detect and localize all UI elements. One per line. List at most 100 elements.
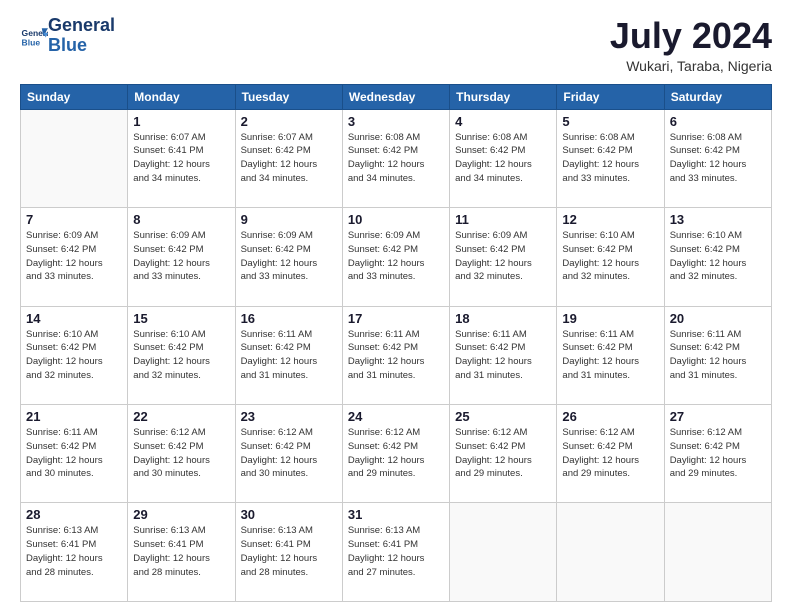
day-number: 8 bbox=[133, 212, 229, 227]
day-number: 22 bbox=[133, 409, 229, 424]
calendar-cell: 25 Sunrise: 6:12 AM Sunset: 6:42 PM Dayli… bbox=[450, 405, 557, 503]
day-info: Sunrise: 6:12 AM Sunset: 6:42 PM Dayligh… bbox=[455, 426, 551, 481]
calendar-cell: 27Sunrise: 6:12 AM Sunset: 6:42 PM Dayli… bbox=[664, 405, 771, 503]
calendar-week-row: 28 Sunrise: 6:13 AM Sunset: 6:41 PM Dayli… bbox=[21, 503, 772, 602]
day-info: Sunrise: 6:12 AM Sunset: 6:42 PM Dayligh… bbox=[348, 426, 444, 481]
calendar-cell: 10Sunrise: 6:09 AM Sunset: 6:42 PM Dayli… bbox=[342, 208, 449, 306]
calendar-week-row: 1Sunrise: 6:07 AM Sunset: 6:41 PM Daylig… bbox=[21, 109, 772, 207]
calendar-cell: 30 Sunrise: 6:13 AM Sunset: 6:41 PM Dayli… bbox=[235, 503, 342, 602]
day-number: 19 bbox=[562, 311, 658, 326]
calendar-week-row: 21 Sunrise: 6:11 AM Sunset: 6:42 PM Dayli… bbox=[21, 405, 772, 503]
calendar-weekday-monday: Monday bbox=[128, 84, 235, 109]
calendar-header-row: SundayMondayTuesdayWednesdayThursdayFrid… bbox=[21, 84, 772, 109]
day-info: Sunrise: 6:09 AM Sunset: 6:42 PM Dayligh… bbox=[133, 229, 229, 284]
calendar-cell: 13 Sunrise: 6:10 AM Sunset: 6:42 PM Dayli… bbox=[664, 208, 771, 306]
calendar-cell bbox=[450, 503, 557, 602]
calendar-cell: 24 Sunrise: 6:12 AM Sunset: 6:42 PM Dayli… bbox=[342, 405, 449, 503]
calendar-cell: 19 Sunrise: 6:11 AM Sunset: 6:42 PM Dayli… bbox=[557, 306, 664, 404]
calendar-week-row: 14 Sunrise: 6:10 AM Sunset: 6:42 PM Dayli… bbox=[21, 306, 772, 404]
day-number: 25 bbox=[455, 409, 551, 424]
day-info: Sunrise: 6:11 AM Sunset: 6:42 PM Dayligh… bbox=[348, 328, 444, 383]
calendar-cell: 23Sunrise: 6:12 AM Sunset: 6:42 PM Dayli… bbox=[235, 405, 342, 503]
day-number: 12 bbox=[562, 212, 658, 227]
calendar-cell: 31Sunrise: 6:13 AM Sunset: 6:41 PM Dayli… bbox=[342, 503, 449, 602]
day-number: 30 bbox=[241, 507, 337, 522]
calendar-cell: 15 Sunrise: 6:10 AM Sunset: 6:42 PM Dayli… bbox=[128, 306, 235, 404]
day-info: Sunrise: 6:11 AM Sunset: 6:42 PM Dayligh… bbox=[670, 328, 766, 383]
day-number: 2 bbox=[241, 114, 337, 129]
day-number: 21 bbox=[26, 409, 122, 424]
header: General Blue General Blue July 2024 Wuka… bbox=[20, 16, 772, 74]
calendar-cell: 1Sunrise: 6:07 AM Sunset: 6:41 PM Daylig… bbox=[128, 109, 235, 207]
day-info: Sunrise: 6:11 AM Sunset: 6:42 PM Dayligh… bbox=[26, 426, 122, 481]
calendar-cell: 26 Sunrise: 6:12 AM Sunset: 6:42 PM Dayli… bbox=[557, 405, 664, 503]
calendar-cell: 8 Sunrise: 6:09 AM Sunset: 6:42 PM Daylig… bbox=[128, 208, 235, 306]
day-number: 31 bbox=[348, 507, 444, 522]
calendar-cell: 22 Sunrise: 6:12 AM Sunset: 6:42 PM Dayli… bbox=[128, 405, 235, 503]
day-info: Sunrise: 6:08 AM Sunset: 6:42 PM Dayligh… bbox=[670, 131, 766, 186]
day-number: 4 bbox=[455, 114, 551, 129]
day-info: Sunrise: 6:08 AM Sunset: 6:42 PM Dayligh… bbox=[455, 131, 551, 186]
calendar-cell bbox=[557, 503, 664, 602]
day-info: Sunrise: 6:08 AM Sunset: 6:42 PM Dayligh… bbox=[348, 131, 444, 186]
calendar-cell: 9 Sunrise: 6:09 AM Sunset: 6:42 PM Daylig… bbox=[235, 208, 342, 306]
calendar-weekday-friday: Friday bbox=[557, 84, 664, 109]
calendar-cell: 12 Sunrise: 6:10 AM Sunset: 6:42 PM Dayli… bbox=[557, 208, 664, 306]
day-number: 7 bbox=[26, 212, 122, 227]
day-number: 5 bbox=[562, 114, 658, 129]
location: Wukari, Taraba, Nigeria bbox=[610, 58, 772, 74]
day-number: 29 bbox=[133, 507, 229, 522]
calendar-cell: 14 Sunrise: 6:10 AM Sunset: 6:42 PM Dayli… bbox=[21, 306, 128, 404]
calendar-cell: 5 Sunrise: 6:08 AM Sunset: 6:42 PM Daylig… bbox=[557, 109, 664, 207]
day-info: Sunrise: 6:13 AM Sunset: 6:41 PM Dayligh… bbox=[26, 524, 122, 579]
calendar-cell: 28 Sunrise: 6:13 AM Sunset: 6:41 PM Dayli… bbox=[21, 503, 128, 602]
calendar-cell: 2 Sunrise: 6:07 AM Sunset: 6:42 PM Daylig… bbox=[235, 109, 342, 207]
day-info: Sunrise: 6:09 AM Sunset: 6:42 PM Dayligh… bbox=[241, 229, 337, 284]
calendar-weekday-thursday: Thursday bbox=[450, 84, 557, 109]
day-number: 6 bbox=[670, 114, 766, 129]
day-number: 16 bbox=[241, 311, 337, 326]
calendar-week-row: 7 Sunrise: 6:09 AM Sunset: 6:42 PM Daylig… bbox=[21, 208, 772, 306]
day-number: 27 bbox=[670, 409, 766, 424]
calendar-cell: 6 Sunrise: 6:08 AM Sunset: 6:42 PM Daylig… bbox=[664, 109, 771, 207]
day-number: 28 bbox=[26, 507, 122, 522]
logo-line2: Blue bbox=[48, 36, 115, 56]
day-info: Sunrise: 6:10 AM Sunset: 6:42 PM Dayligh… bbox=[562, 229, 658, 284]
day-info: Sunrise: 6:07 AM Sunset: 6:42 PM Dayligh… bbox=[241, 131, 337, 186]
calendar-weekday-tuesday: Tuesday bbox=[235, 84, 342, 109]
day-info: Sunrise: 6:08 AM Sunset: 6:42 PM Dayligh… bbox=[562, 131, 658, 186]
calendar-weekday-saturday: Saturday bbox=[664, 84, 771, 109]
calendar-weekday-sunday: Sunday bbox=[21, 84, 128, 109]
calendar-cell: 11 Sunrise: 6:09 AM Sunset: 6:42 PM Dayli… bbox=[450, 208, 557, 306]
logo-line1: General bbox=[48, 16, 115, 36]
day-number: 3 bbox=[348, 114, 444, 129]
day-info: Sunrise: 6:12 AM Sunset: 6:42 PM Dayligh… bbox=[133, 426, 229, 481]
day-number: 9 bbox=[241, 212, 337, 227]
day-info: Sunrise: 6:12 AM Sunset: 6:42 PM Dayligh… bbox=[562, 426, 658, 481]
day-info: Sunrise: 6:13 AM Sunset: 6:41 PM Dayligh… bbox=[241, 524, 337, 579]
day-number: 10 bbox=[348, 212, 444, 227]
day-number: 24 bbox=[348, 409, 444, 424]
day-info: Sunrise: 6:09 AM Sunset: 6:42 PM Dayligh… bbox=[455, 229, 551, 284]
calendar-cell: 7Sunrise: 6:09 AM Sunset: 6:42 PM Daylig… bbox=[21, 208, 128, 306]
day-number: 14 bbox=[26, 311, 122, 326]
day-info: Sunrise: 6:10 AM Sunset: 6:42 PM Dayligh… bbox=[26, 328, 122, 383]
day-info: Sunrise: 6:10 AM Sunset: 6:42 PM Dayligh… bbox=[670, 229, 766, 284]
day-number: 13 bbox=[670, 212, 766, 227]
day-number: 23 bbox=[241, 409, 337, 424]
day-info: Sunrise: 6:10 AM Sunset: 6:42 PM Dayligh… bbox=[133, 328, 229, 383]
calendar-cell: 29Sunrise: 6:13 AM Sunset: 6:41 PM Dayli… bbox=[128, 503, 235, 602]
calendar-cell: 3 Sunrise: 6:08 AM Sunset: 6:42 PM Daylig… bbox=[342, 109, 449, 207]
month-year: July 2024 bbox=[610, 16, 772, 56]
day-info: Sunrise: 6:11 AM Sunset: 6:42 PM Dayligh… bbox=[562, 328, 658, 383]
page: General Blue General Blue July 2024 Wuka… bbox=[0, 0, 792, 612]
day-number: 11 bbox=[455, 212, 551, 227]
calendar-weekday-wednesday: Wednesday bbox=[342, 84, 449, 109]
day-number: 26 bbox=[562, 409, 658, 424]
day-number: 15 bbox=[133, 311, 229, 326]
calendar-cell: 18Sunrise: 6:11 AM Sunset: 6:42 PM Dayli… bbox=[450, 306, 557, 404]
day-number: 20 bbox=[670, 311, 766, 326]
calendar-cell: 16Sunrise: 6:11 AM Sunset: 6:42 PM Dayli… bbox=[235, 306, 342, 404]
logo: General Blue General Blue bbox=[20, 16, 115, 56]
calendar-cell bbox=[21, 109, 128, 207]
